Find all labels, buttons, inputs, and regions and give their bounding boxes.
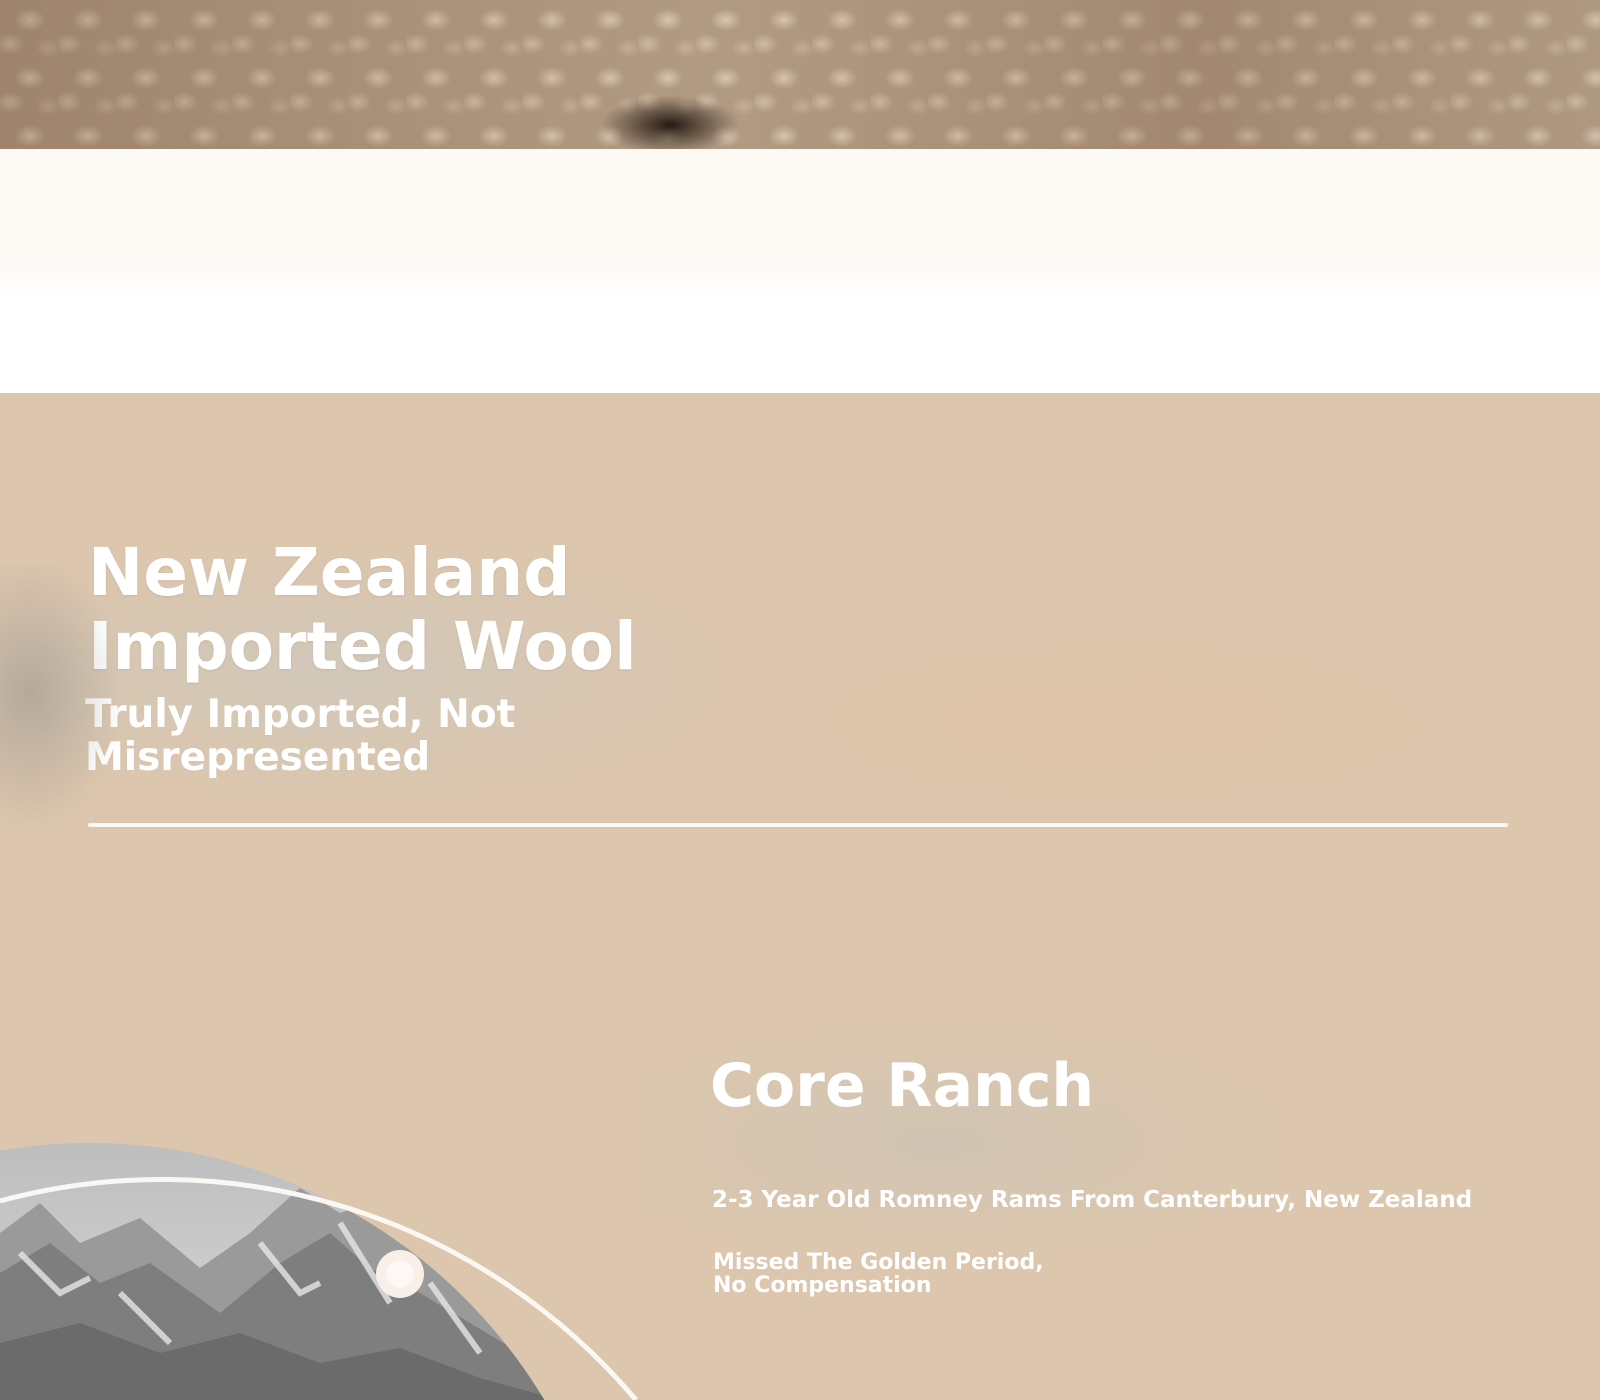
wool-origin-section: New Zealand Imported Wool Truly Imported… <box>0 393 1600 1400</box>
wool-shadow <box>600 95 740 155</box>
ranch-title: Core Ranch <box>710 1051 1095 1121</box>
wool-texture-image <box>0 0 1600 155</box>
section-subtitle: Truly Imported, Not Misrepresented <box>85 692 516 780</box>
section-divider <box>88 823 1508 827</box>
orbit-dot-core <box>386 1260 414 1288</box>
ranch-origin-text: 2-3 Year Old Romney Rams From Canterbury… <box>712 1187 1473 1213</box>
page: New Zealand Imported Wool Truly Imported… <box>0 0 1600 1400</box>
ranch-note-text: Missed The Golden Period, No Compensatio… <box>713 1250 1044 1298</box>
section-title: New Zealand Imported Wool <box>88 534 637 685</box>
mountain-orbit-graphic <box>0 1143 638 1400</box>
blank-band <box>0 149 1600 393</box>
